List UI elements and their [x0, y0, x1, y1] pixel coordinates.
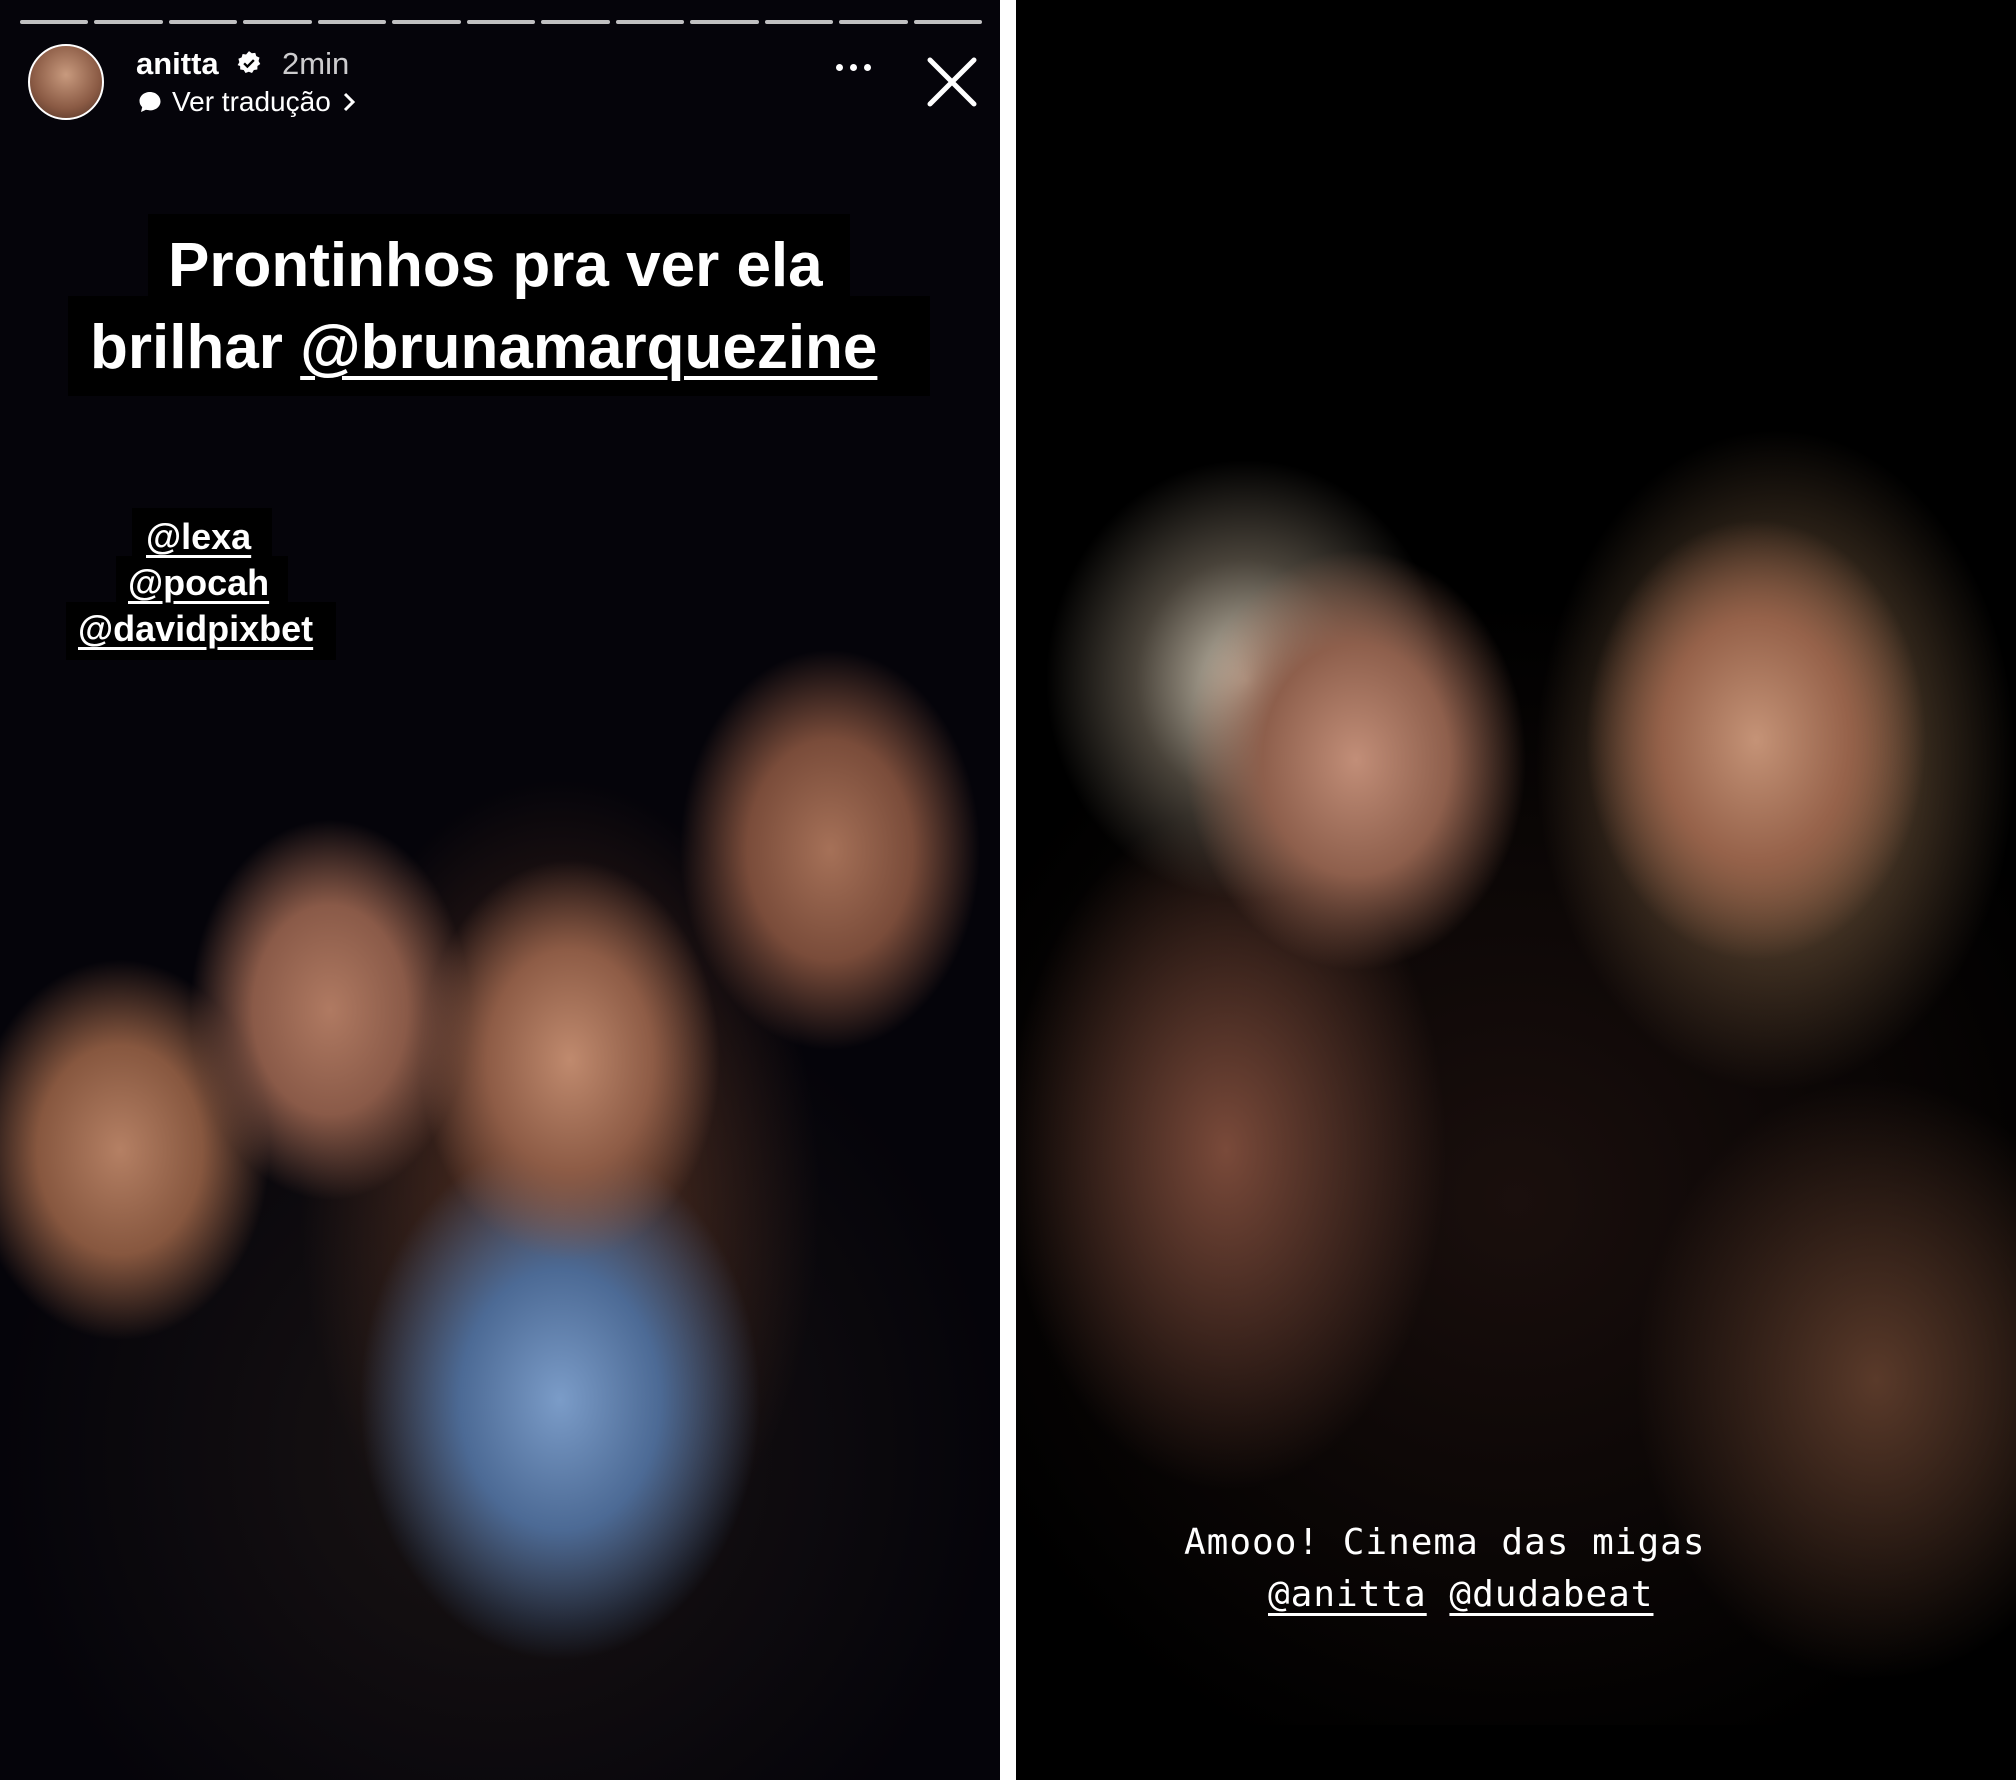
progress-segment: [839, 20, 908, 24]
story-photo-two-friends: [1016, 0, 2016, 1725]
verified-badge-icon: [237, 51, 261, 73]
story-caption-line2: @anitta @dudabeat: [1268, 1574, 1653, 1615]
see-translation-label: Ver tradução: [172, 86, 331, 117]
story-bottom-bar: [1016, 1725, 2016, 1780]
mention-link[interactable]: @davidpixbet: [78, 608, 313, 650]
chat-bubble-icon: [139, 92, 161, 112]
story-caption-line1: Amooo! Cinema das migas: [1184, 1522, 1706, 1563]
mention-link[interactable]: @pocah: [128, 562, 269, 604]
mention-link[interactable]: @anitta: [1268, 1574, 1427, 1615]
more-options-button[interactable]: [836, 64, 871, 71]
story-caption-line2: brilhar @brunamarquezine: [90, 312, 877, 383]
progress-segment: [466, 20, 536, 24]
post-time: 2min: [282, 46, 350, 81]
progress-segment: [168, 20, 238, 24]
username[interactable]: anitta: [136, 46, 219, 82]
story-right: Amooo! Cinema das migas @anitta @dudabea…: [1016, 0, 2016, 1780]
progress-segment: [690, 20, 759, 24]
mention-link[interactable]: @lexa: [146, 516, 251, 558]
caption-text: brilhar: [90, 313, 301, 382]
close-icon[interactable]: [926, 56, 978, 108]
progress-segment: [764, 20, 834, 24]
progress-segment: [94, 20, 163, 24]
see-translation-button[interactable]: Ver tradução: [138, 86, 357, 118]
mention-link[interactable]: @dudabeat: [1449, 1574, 1653, 1615]
story-progress-bar: [20, 20, 983, 24]
progress-segment: [392, 20, 461, 24]
story-left: anitta 2min Ver tradução Prontinhos pra …: [0, 0, 1000, 1780]
progress-segment: [913, 20, 983, 24]
mention-link[interactable]: @brunamarquezine: [300, 313, 877, 382]
story-caption-line1: Prontinhos pra ver ela: [168, 231, 823, 300]
progress-segment: [615, 20, 685, 24]
progress-segment: [541, 20, 610, 24]
progress-segment: [317, 20, 387, 24]
progress-segment: [20, 20, 89, 24]
progress-segment: [243, 20, 312, 24]
more-horizontal-icon: [836, 64, 843, 71]
chevron-right-icon: [343, 92, 355, 112]
avatar[interactable]: [28, 44, 104, 120]
